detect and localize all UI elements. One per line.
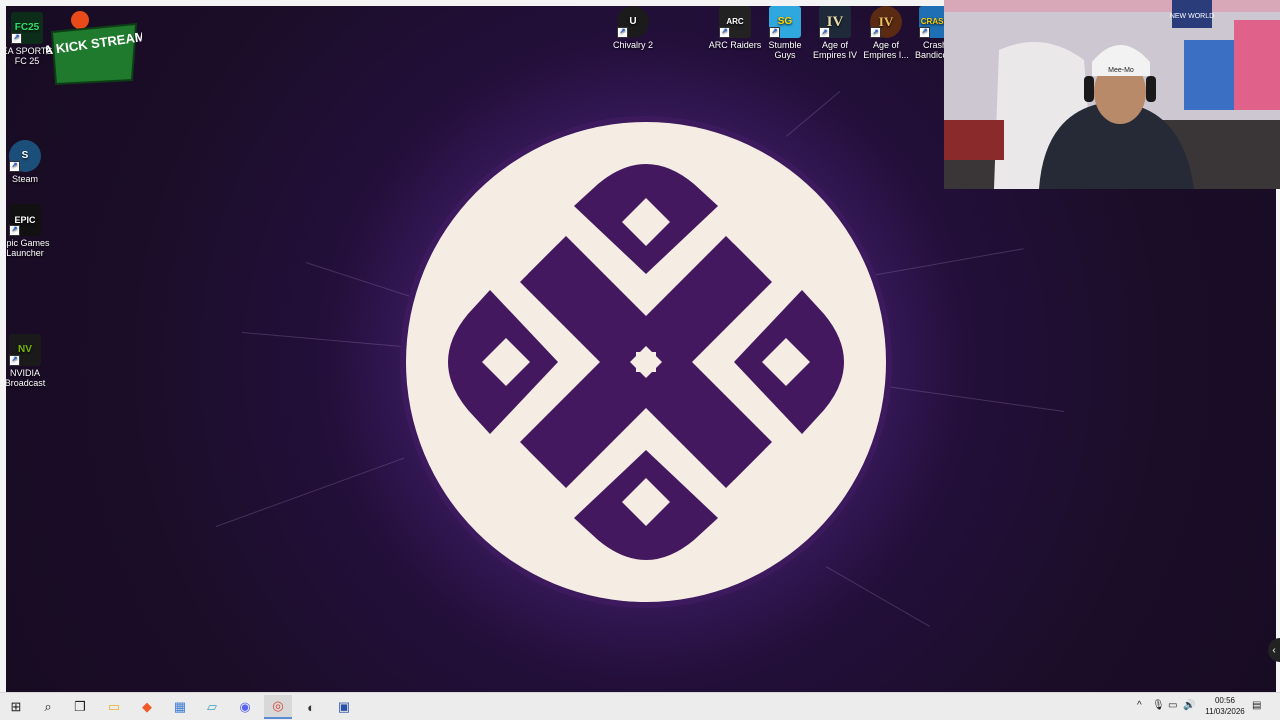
file-explorer-icon[interactable]: ▭ [100, 695, 128, 719]
wallpaper-ray [305, 262, 411, 297]
taskbar-clock[interactable]: 00:56 11/03/2026 [1202, 695, 1248, 717]
aoe4-icon: IV ↗ [819, 6, 851, 38]
clock-date: 11/03/2026 [1205, 707, 1245, 716]
unreal-icon: U ↗ [617, 6, 649, 38]
aoe2-icon: IV ↗ [870, 6, 902, 38]
tray-chevron-icon[interactable]: ^ [1137, 700, 1142, 711]
desktop-icon-label: ARC Raiders [708, 40, 762, 50]
brave-icon[interactable]: ◆ [133, 695, 161, 719]
stumble-guys-icon: SG ↗ [769, 6, 801, 38]
desktop-icon-arc-raiders[interactable]: ARC ↗ ARC Raiders [708, 6, 762, 50]
desktop-icon-aoe2[interactable]: IV ↗ Age of Empires I... [859, 6, 913, 60]
microsoft-store-icon[interactable]: ▦ [166, 695, 194, 719]
arc-raiders-icon: ARC ↗ [719, 6, 751, 38]
obs-icon[interactable]: ◐ [297, 695, 325, 719]
desktop-icon-label: Epic Games Launcher [6, 238, 50, 258]
svg-text:Mee-Mo: Mee-Mo [1108, 67, 1134, 74]
desktop-icon-epic-games[interactable]: EPIC↗ Epic Games Launcher [6, 204, 52, 258]
start-button[interactable]: ⊞ [2, 695, 30, 719]
taskbar: ⊞ ⌕ ❐ ▭ ◆ ▦ ▱ ◉ ◎ ◐ ▣ ^ 🎙 ▭ 🔊 00:56 11/0… [0, 692, 1280, 720]
notes-icon[interactable]: ▱ [198, 695, 226, 719]
microphone-icon[interactable]: 🎙 [1152, 700, 1165, 711]
svg-text:NEW WORLD: NEW WORLD [1170, 13, 1214, 20]
desktop-icon-aoe4[interactable]: IV ↗ Age of Empires IV [808, 6, 862, 60]
wallpaper-ray [216, 457, 405, 527]
desktop-icon-steam[interactable]: S ↗ Steam [6, 140, 52, 184]
streamer-logo-icon: MENA KICK STREAMERS [46, 11, 142, 86]
desktop-icon-stumble-guys[interactable]: SG ↗ Stumble Guys [758, 6, 812, 60]
desktop-icon-label: NVIDIA Broadcast [6, 368, 46, 388]
desktop-icon-chivalry-2[interactable]: U ↗ Chivalry 2 [606, 6, 660, 50]
steam-icon: S ↗ [9, 140, 41, 172]
desktop-icon-label: Stumble Guys [768, 40, 802, 60]
clock-time: 00:56 [1214, 696, 1236, 705]
wallpaper-ray [241, 332, 402, 347]
network-icon[interactable]: ▭ [1168, 700, 1177, 711]
wallpaper-emblem-icon [400, 116, 892, 608]
chrome-icon[interactable]: ◎ [264, 695, 292, 719]
desktop-icon-label: Age of Empires IV [812, 40, 857, 60]
webcam-person-image: NEW WORLD Mee-Mo [944, 0, 1280, 189]
epic-games-icon: EPIC ↗ [9, 204, 41, 236]
notification-icon[interactable]: ▤ [1252, 700, 1261, 711]
desktop-icon-nvidia-broadcast[interactable]: NV ↗ NVIDIA Broadcast [6, 334, 52, 388]
desktop-icon-label: Age of Empires I... [863, 40, 909, 60]
task-view-icon[interactable]: ❐ [66, 695, 94, 719]
nvidia-broadcast-icon: NV ↗ [9, 334, 41, 366]
search-icon[interactable]: ⌕ [34, 695, 62, 719]
fc25-icon: FC25 ↗ [11, 12, 43, 44]
wallpaper-ray [885, 386, 1065, 413]
app-icon[interactable]: ▣ [330, 695, 358, 719]
desktop-icon-label: Steam [11, 174, 38, 184]
volume-icon[interactable]: 🔊 [1183, 700, 1195, 711]
desktop-icon-label: Chivalry 2 [612, 40, 653, 50]
webcam-overlay: NEW WORLD Mee-Mo [944, 0, 1280, 189]
discord-icon[interactable]: ◉ [231, 695, 259, 719]
